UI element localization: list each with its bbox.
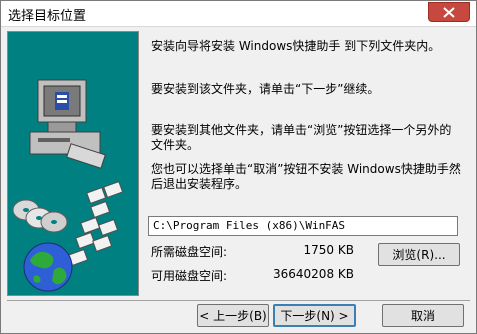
message-browse: 要安装到其他文件夹，请单击“浏览”按钮选择一个另外的文件夹。 — [151, 123, 452, 152]
back-button[interactable]: < 上一步(B) — [197, 304, 269, 327]
message-continue: 要安装到该文件夹，请单击“下一步”继续。 — [151, 82, 380, 96]
close-button[interactable] — [428, 2, 470, 22]
floppy-disks-icon — [68, 180, 124, 267]
divider — [7, 300, 470, 301]
browse-button[interactable]: 浏览(R)... — [378, 243, 460, 266]
cd-disc-icon — [12, 199, 68, 233]
globe-icon — [23, 242, 73, 292]
message-install-target: 安装向导将安装 Windows快捷助手 到下列文件夹内。 — [151, 39, 441, 53]
installer-window: 选择目标位置 安装向导将安装 Windows快捷助手 到下列文件夹内。 要安装到… — [0, 0, 477, 334]
close-icon — [443, 7, 455, 18]
installer-illustration — [7, 31, 139, 296]
available-space-value: 36640208 KB — [273, 267, 354, 281]
destination-path-input[interactable]: C:\Program Files (x86)\WinFAS — [148, 216, 458, 236]
window-title: 选择目标位置 — [8, 9, 87, 24]
required-space-value: 1750 KB — [303, 243, 354, 257]
message-cancel: 您也可以选择单击“取消”按钮不安装 Windows快捷助手然后退出安装程序。 — [151, 162, 461, 191]
cancel-button[interactable]: 取消 — [382, 304, 464, 327]
required-space-label: 所需磁盘空间: — [151, 245, 228, 259]
available-space-label: 可用磁盘空间: — [151, 269, 228, 283]
next-button[interactable]: 下一步(N) > — [273, 304, 356, 327]
title-bar[interactable]: 选择目标位置 — [1, 1, 476, 27]
computer-icon — [29, 79, 106, 169]
